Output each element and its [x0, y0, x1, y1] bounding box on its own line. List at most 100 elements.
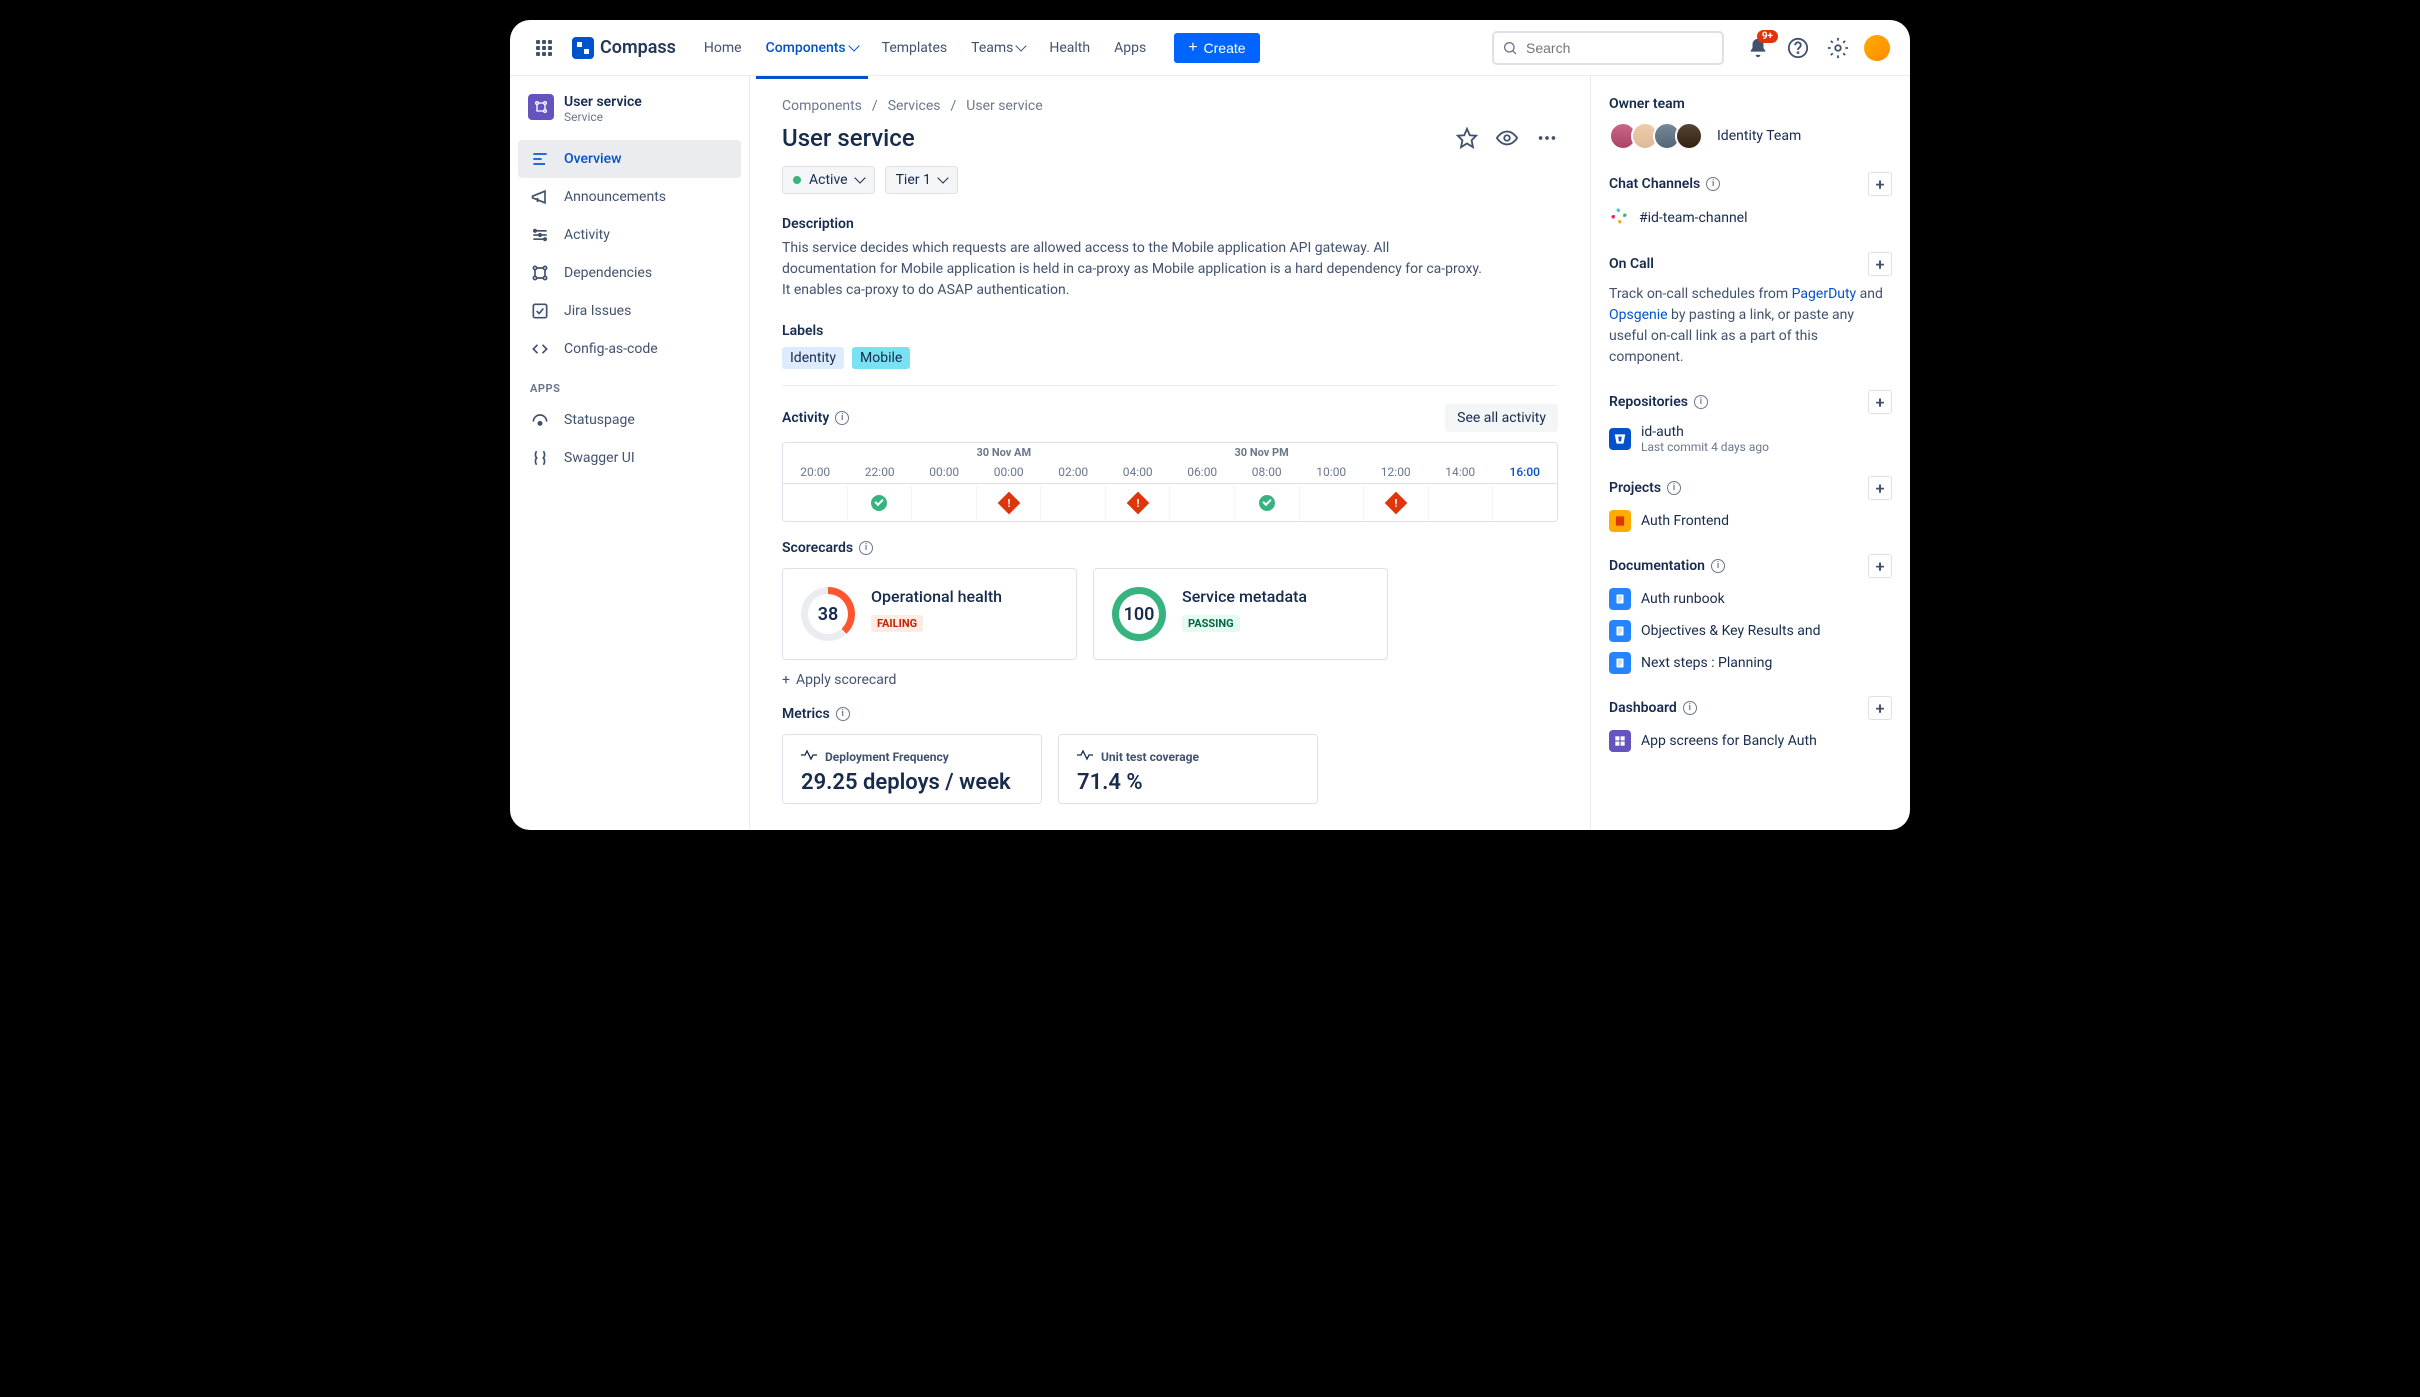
- project-item[interactable]: Auth Frontend: [1609, 510, 1892, 532]
- app-switcher-icon[interactable]: [530, 34, 558, 62]
- nav-templates[interactable]: Templates: [872, 34, 958, 62]
- label-chip[interactable]: Mobile: [852, 347, 910, 369]
- pulse-icon: [1077, 749, 1093, 764]
- doc-item[interactable]: Next steps : Planning: [1609, 652, 1892, 674]
- breadcrumb-item[interactable]: Components: [782, 98, 862, 114]
- info-icon[interactable]: i: [1683, 701, 1697, 715]
- owner-team-label: Owner team: [1609, 96, 1892, 112]
- metric-card[interactable]: Deployment Frequency29.25 deploys / week: [782, 734, 1042, 804]
- status-dropdown[interactable]: Active: [782, 166, 875, 194]
- error-event-icon[interactable]: [1126, 491, 1149, 514]
- timeline-cell: [848, 484, 913, 521]
- tier-dropdown[interactable]: Tier 1: [885, 166, 958, 194]
- search-icon: [1502, 40, 1518, 56]
- add-dashboard-button[interactable]: +: [1868, 696, 1892, 720]
- chat-channel-item[interactable]: #id-team-channel: [1609, 206, 1892, 230]
- timeline-hour: 22:00: [848, 461, 913, 483]
- info-icon[interactable]: i: [1706, 177, 1720, 191]
- timeline-period: 30 Nov PM: [1235, 443, 1558, 461]
- nav-home[interactable]: Home: [694, 34, 752, 62]
- sidebar-item-jira[interactable]: Jira Issues: [518, 292, 741, 330]
- sidebar-app-statuspage[interactable]: Statuspage: [518, 401, 741, 439]
- nav-apps[interactable]: Apps: [1104, 34, 1156, 62]
- add-project-button[interactable]: +: [1868, 476, 1892, 500]
- scorecard[interactable]: 100Service metadataPASSING: [1093, 568, 1388, 660]
- score-ring: 100: [1112, 587, 1166, 641]
- sidebar-item-dependencies[interactable]: Dependencies: [518, 254, 741, 292]
- scorecard[interactable]: 38Operational healthFAILING: [782, 568, 1077, 660]
- watch-icon[interactable]: [1496, 127, 1518, 149]
- sidebar-item-announcements[interactable]: Announcements: [518, 178, 741, 216]
- chat-channels-label: Chat Channels: [1609, 176, 1700, 192]
- settings-button[interactable]: [1824, 34, 1852, 62]
- apply-scorecard-link[interactable]: +Apply scorecard: [782, 672, 1558, 688]
- product-logo[interactable]: Compass: [572, 37, 676, 59]
- info-icon[interactable]: i: [859, 541, 873, 555]
- description-text: This service decides which requests are …: [782, 238, 1482, 301]
- add-chat-button[interactable]: +: [1868, 172, 1892, 196]
- score-ring: 38: [801, 587, 855, 641]
- nav-items: Home Components Templates Teams Health A…: [694, 34, 1156, 62]
- add-oncall-button[interactable]: +: [1868, 252, 1892, 276]
- info-icon[interactable]: i: [835, 411, 849, 425]
- see-all-activity-button[interactable]: See all activity: [1445, 404, 1558, 432]
- labels-label: Labels: [782, 323, 1558, 339]
- owner-team-row[interactable]: Identity Team: [1609, 122, 1892, 150]
- doc-icon: [1609, 620, 1631, 642]
- component-icon: [528, 94, 554, 120]
- status-badge: PASSING: [1182, 615, 1240, 632]
- sidebar-item-activity[interactable]: Activity: [518, 216, 741, 254]
- info-icon[interactable]: i: [1711, 559, 1725, 573]
- error-event-icon[interactable]: [997, 491, 1020, 514]
- breadcrumb-item[interactable]: Services: [888, 98, 941, 114]
- sidebar-item-overview[interactable]: Overview: [518, 140, 741, 178]
- success-event-icon[interactable]: [1259, 495, 1275, 511]
- doc-item[interactable]: Auth runbook: [1609, 588, 1892, 610]
- metric-title: Unit test coverage: [1101, 750, 1199, 764]
- search-input[interactable]: [1526, 40, 1714, 56]
- nav-health[interactable]: Health: [1039, 34, 1100, 62]
- dashboard-item[interactable]: App screens for Bancly Auth: [1609, 730, 1892, 752]
- opsgenie-link[interactable]: Opsgenie: [1609, 307, 1668, 323]
- timeline-hour: 06:00: [1170, 461, 1235, 483]
- timeline-hour: 14:00: [1428, 461, 1493, 483]
- label-chip[interactable]: Identity: [782, 347, 844, 369]
- add-repo-button[interactable]: +: [1868, 390, 1892, 414]
- user-avatar[interactable]: [1864, 35, 1890, 61]
- sidebar: User service Service Overview Announceme…: [510, 76, 750, 830]
- doc-item[interactable]: Objectives & Key Results and: [1609, 620, 1892, 642]
- pulse-icon: [801, 749, 817, 764]
- sidebar-header: User service Service: [518, 94, 741, 140]
- timeline-cell: [1364, 484, 1429, 521]
- notifications-button[interactable]: 9+: [1744, 34, 1772, 62]
- timeline-hour: 02:00: [1041, 461, 1106, 483]
- info-icon[interactable]: i: [1667, 481, 1681, 495]
- chevron-down-icon: [937, 172, 948, 183]
- nav-components[interactable]: Components: [756, 34, 868, 62]
- star-icon[interactable]: [1456, 127, 1478, 149]
- sidebar-app-swagger[interactable]: Swagger UI: [518, 439, 741, 477]
- dashboard-label: Dashboard: [1609, 700, 1677, 716]
- slack-icon: [1609, 206, 1629, 230]
- notifications-badge: 9+: [1757, 30, 1778, 43]
- info-icon[interactable]: i: [836, 707, 850, 721]
- chevron-down-icon: [848, 40, 859, 51]
- add-doc-button[interactable]: +: [1868, 554, 1892, 578]
- info-icon[interactable]: i: [1694, 395, 1708, 409]
- search-box[interactable]: [1492, 31, 1724, 65]
- more-icon[interactable]: [1536, 127, 1558, 149]
- sidebar-item-config[interactable]: Config-as-code: [518, 330, 741, 368]
- success-event-icon[interactable]: [871, 495, 887, 511]
- repo-item[interactable]: id-authLast commit 4 days ago: [1609, 424, 1892, 454]
- create-button[interactable]: +Create: [1174, 33, 1259, 63]
- timeline-cell: [1235, 484, 1300, 521]
- error-event-icon[interactable]: [1385, 491, 1408, 514]
- dashboard-icon: [1609, 730, 1631, 752]
- pagerduty-link[interactable]: PagerDuty: [1792, 286, 1857, 302]
- scorecards-heading: Scorecardsi: [782, 540, 873, 556]
- timeline-cell: [1429, 484, 1494, 521]
- metric-card[interactable]: Unit test coverage71.4 %: [1058, 734, 1318, 804]
- oncall-label: On Call: [1609, 256, 1654, 272]
- nav-teams[interactable]: Teams: [961, 34, 1035, 62]
- help-button[interactable]: [1784, 34, 1812, 62]
